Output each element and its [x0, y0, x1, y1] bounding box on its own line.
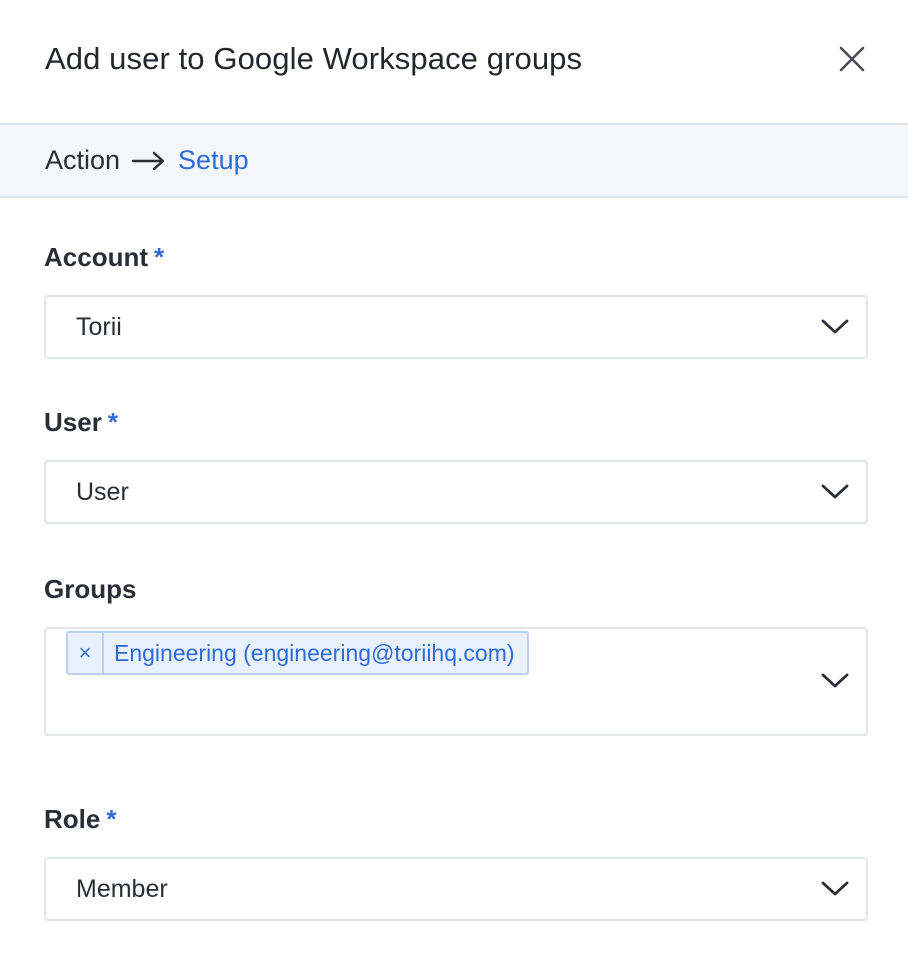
groups-field: Groups × Engineering (engineering@toriih…	[44, 574, 868, 736]
panel-title: Add user to Google Workspace groups	[45, 40, 583, 76]
role-select-value: Member	[76, 874, 168, 903]
setup-form: Account * Torii User * User Groups × Eng…	[0, 242, 908, 921]
tag-remove-button[interactable]: ×	[68, 633, 104, 673]
user-select-value: User	[76, 477, 129, 506]
user-field: User * User	[44, 407, 868, 524]
user-select[interactable]: User	[44, 460, 868, 524]
group-tag-label: Engineering (engineering@toriihq.com)	[114, 639, 515, 666]
breadcrumb-step-setup: Setup	[178, 145, 249, 175]
user-label: User *	[44, 407, 868, 438]
chevron-down-icon	[820, 879, 850, 899]
chevron-down-icon	[820, 317, 850, 337]
breadcrumb: Action Setup	[0, 123, 908, 198]
group-tag: × Engineering (engineering@toriihq.com)	[66, 631, 529, 675]
breadcrumb-step-action[interactable]: Action	[45, 145, 120, 176]
role-field: Role * Member	[44, 804, 868, 921]
workflow-action-panel: Add user to Google Workspace groups Acti…	[0, 0, 908, 978]
account-select-value: Torii	[76, 312, 122, 341]
groups-label: Groups	[44, 574, 868, 605]
user-label-text: User	[44, 407, 102, 437]
required-marker: *	[106, 804, 117, 834]
chevron-down-icon	[820, 482, 850, 502]
account-field: Account * Torii	[44, 242, 868, 359]
chevron-down-icon	[820, 671, 850, 691]
arrow-right-icon	[132, 151, 166, 171]
role-select[interactable]: Member	[44, 857, 868, 921]
required-marker: *	[154, 242, 165, 272]
close-button[interactable]	[832, 39, 872, 79]
groups-label-text: Groups	[44, 574, 137, 604]
role-label-text: Role	[44, 804, 101, 834]
close-icon	[839, 46, 865, 71]
required-marker: *	[107, 407, 118, 437]
account-label: Account *	[44, 242, 868, 273]
role-label: Role *	[44, 804, 868, 835]
groups-multiselect[interactable]: × Engineering (engineering@toriihq.com)	[44, 627, 868, 736]
account-label-text: Account	[44, 242, 148, 272]
panel-header: Add user to Google Workspace groups	[0, 0, 908, 123]
account-select[interactable]: Torii	[44, 295, 868, 359]
